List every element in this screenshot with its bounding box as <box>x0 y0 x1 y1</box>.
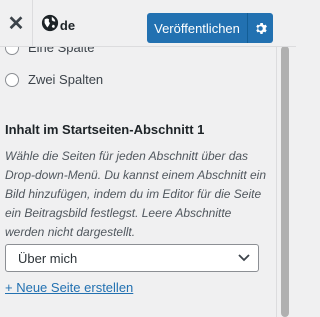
customizer-panel: Eine Spalte Zwei Spalten Inhalt im Start… <box>0 0 276 317</box>
language-code: de <box>59 17 76 33</box>
publish-settings-button[interactable] <box>247 13 273 43</box>
radio-button[interactable] <box>5 72 19 87</box>
globe-icon <box>41 14 59 32</box>
publish-button[interactable]: Veröffentlichen <box>147 13 247 43</box>
chevron-down-icon <box>238 254 250 262</box>
language-switcher[interactable]: de <box>33 0 83 46</box>
gear-icon <box>256 22 267 34</box>
new-page-link[interactable]: + Neue Seite erstellen <box>5 280 133 295</box>
section-title: Inhalt im Startseiten-Abschnitt 1 <box>5 122 205 137</box>
scrollbar[interactable] <box>281 46 289 317</box>
section-description: Wähle die Seiten für jeden Abschnitt übe… <box>5 149 267 239</box>
radio-option-two-columns[interactable]: Zwei Spalten <box>5 72 103 87</box>
page-select-value: Über mich <box>18 250 78 266</box>
radio-label: Zwei Spalten <box>28 72 104 87</box>
customizer-header: ✕ de Veröffentlichen <box>0 0 296 47</box>
close-button[interactable]: ✕ <box>0 0 33 46</box>
page-select[interactable]: Über mich <box>5 244 259 272</box>
close-icon: ✕ <box>7 12 25 35</box>
